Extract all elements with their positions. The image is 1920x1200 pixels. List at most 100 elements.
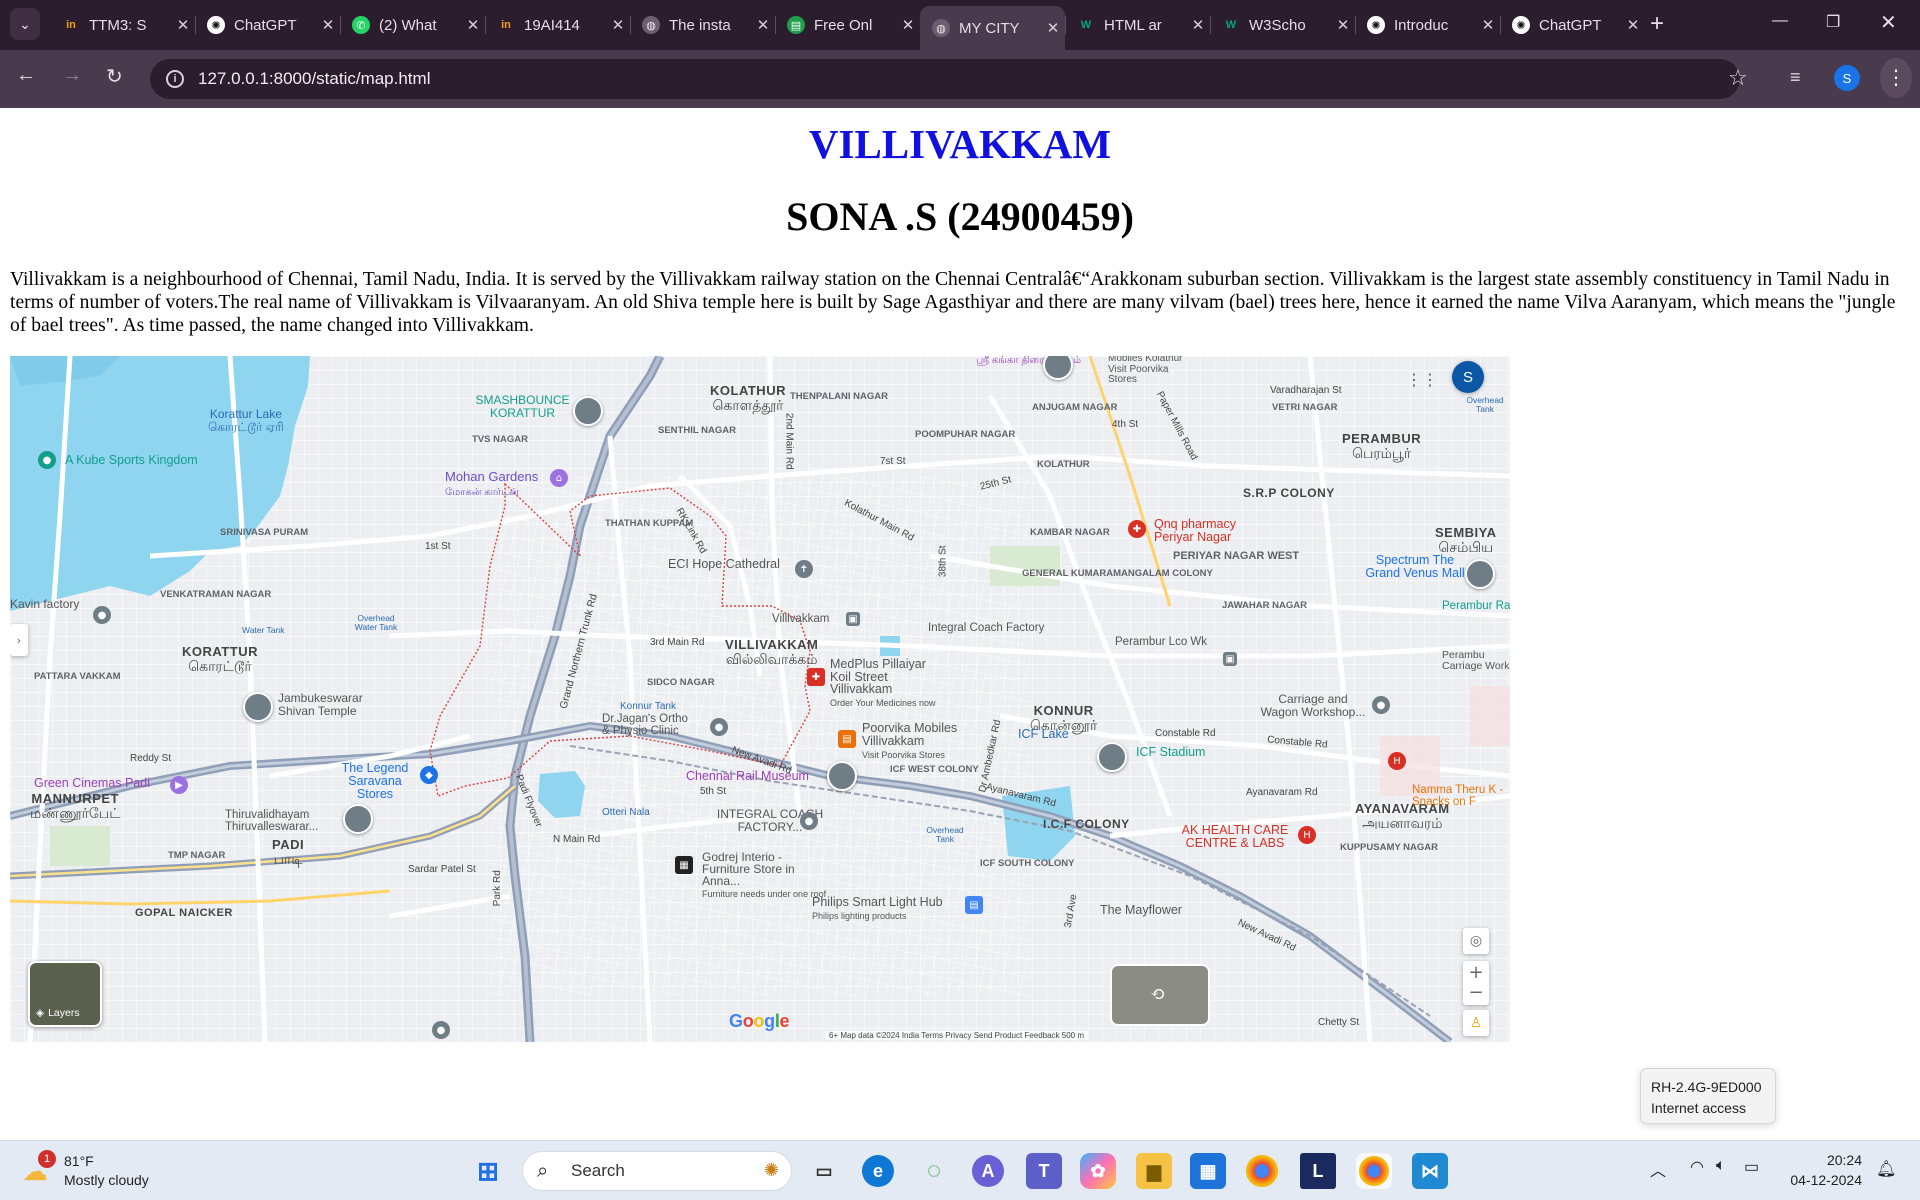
wifi-icon[interactable]: ◠ bbox=[1690, 1157, 1704, 1177]
embedded-map[interactable]: KOLATHUR கொளத்தூர் VILLIVAKKAM வில்லிவாக்க… bbox=[10, 356, 1510, 1042]
teams-icon[interactable]: T bbox=[1026, 1153, 1062, 1189]
poi-mohan-gardens[interactable]: Mohan Gardens மோகன் கார்டன் bbox=[445, 470, 538, 498]
site-info-icon[interactable]: i bbox=[166, 70, 184, 88]
app-a-icon[interactable]: A bbox=[972, 1155, 1004, 1187]
poi-photo-icf-stadium[interactable] bbox=[1097, 742, 1127, 772]
clock[interactable]: 20:24 04-12-2024 bbox=[1782, 1150, 1862, 1190]
speaker-icon[interactable]: 🔈︎ bbox=[1716, 1157, 1726, 1175]
restore-button[interactable]: ❐ bbox=[1826, 12, 1840, 32]
tab-close-icon[interactable]: ✕ bbox=[896, 16, 920, 34]
poi-photo-temple[interactable] bbox=[343, 804, 373, 834]
rail-workshop-icon[interactable]: ▣ bbox=[1223, 652, 1237, 666]
poi-photo-jambukeswarar[interactable] bbox=[243, 692, 273, 722]
poi-chennai-rail-museum[interactable]: Chennai Rail Museum bbox=[686, 769, 809, 783]
hospital-icon-2[interactable]: H bbox=[1388, 752, 1406, 770]
poi-pin-mohan[interactable]: ⌂ bbox=[550, 469, 568, 487]
zoom-in-button[interactable]: + bbox=[1468, 963, 1483, 983]
hospital-icon[interactable]: H bbox=[1298, 826, 1316, 844]
close-window-button[interactable]: ✕ bbox=[1880, 10, 1897, 35]
windows-start-button[interactable]: ⊞ bbox=[470, 1153, 506, 1189]
medical-icon[interactable]: ✚ bbox=[1128, 520, 1146, 538]
file-explorer-icon[interactable]: ▆ bbox=[1136, 1153, 1172, 1189]
poi-kavin-factory[interactable]: Kavin factory bbox=[10, 598, 79, 611]
tab-item[interactable]: W W3Scho ✕ bbox=[1210, 8, 1355, 42]
poi-poorvika-kolathur[interactable]: Mobiles Kolathur Visit Poorvika Stores bbox=[1108, 356, 1198, 386]
poi-thiruvalidhayam[interactable]: Thiruvalidhayam Thiruvalleswarar... bbox=[225, 809, 330, 833]
chrome-icon[interactable] bbox=[1246, 1155, 1278, 1187]
tab-item[interactable]: ✆ (2) What ✕ bbox=[340, 8, 485, 42]
poi-ak-health[interactable]: AK HEALTH CARE CENTRE & LABS bbox=[1170, 823, 1300, 850]
tab-close-icon[interactable]: ✕ bbox=[171, 16, 195, 34]
map-attribution[interactable]: 6+ Map data ©2024 India Terms Privacy Se… bbox=[825, 1031, 1088, 1040]
tab-active[interactable]: ◍ MY CITY ✕ bbox=[920, 6, 1065, 50]
task-view-button[interactable]: ▭ bbox=[806, 1153, 842, 1189]
back-button[interactable]: ← bbox=[16, 64, 36, 87]
poi-jambukeswarar[interactable]: Jambukeswarar Shivan Temple bbox=[278, 692, 388, 717]
tab-item[interactable]: ▤ Free Onl ✕ bbox=[775, 8, 920, 42]
poi-qnq-pharmacy[interactable]: Qnq pharmacy Periyar Nagar bbox=[1154, 517, 1249, 544]
street-view-preview[interactable]: ⟲ bbox=[1110, 964, 1210, 1026]
poi-pin-integral-factory[interactable]: ● bbox=[800, 812, 818, 830]
poi-pin-carriage[interactable]: ● bbox=[1372, 696, 1390, 714]
tab-item[interactable]: ✺ ChatGPT ✕ bbox=[1500, 8, 1645, 42]
pegman-icon[interactable]: ♙ bbox=[1463, 1010, 1489, 1036]
apps-grid-icon[interactable]: ⋮⋮ bbox=[1406, 368, 1438, 390]
store-icon[interactable]: ▦ bbox=[675, 856, 693, 874]
poi-perambur-railway-stadium[interactable]: Perambur Railway Stad bbox=[1442, 600, 1510, 612]
tab-item[interactable]: ✺ ChatGPT ✕ bbox=[195, 8, 340, 42]
expand-panel-button[interactable]: › bbox=[10, 624, 28, 656]
tab-item[interactable]: ✺ Introduc ✕ bbox=[1355, 8, 1500, 42]
reload-button[interactable]: ↻ bbox=[106, 64, 123, 89]
train-station-icon[interactable]: ▣ bbox=[846, 612, 860, 626]
poi-pin-kube[interactable]: ● bbox=[38, 451, 56, 469]
tab-search-button[interactable]: ⌄ bbox=[10, 8, 40, 40]
edge-browser-icon[interactable]: e bbox=[862, 1155, 894, 1187]
poi-perambur-lco[interactable]: Perambur Lco Wk bbox=[1115, 636, 1207, 648]
poi-kube[interactable]: A Kube Sports Kingdom bbox=[65, 453, 198, 467]
tab-close-icon[interactable]: ✕ bbox=[1476, 16, 1500, 34]
poi-photo-rail-museum[interactable] bbox=[827, 761, 857, 791]
forward-button[interactable]: → bbox=[62, 64, 82, 87]
taskbar-search[interactable]: ⌕ Search ✺ bbox=[522, 1151, 792, 1191]
battery-icon[interactable]: ▭ bbox=[1744, 1157, 1759, 1177]
vscode-icon[interactable]: ⋈ bbox=[1412, 1153, 1448, 1189]
poi-legend-saravana[interactable]: The Legend Saravana Stores bbox=[330, 761, 420, 801]
poi-pin-kavin[interactable]: ● bbox=[93, 606, 111, 624]
poi-pin-bottom[interactable]: ● bbox=[432, 1021, 450, 1039]
poi-villivakkam-station[interactable]: Villivakkam bbox=[772, 613, 829, 625]
poi-photo-spectrum[interactable] bbox=[1465, 559, 1495, 589]
notification-bell-icon[interactable]: 🔔︎ bbox=[1876, 1159, 1896, 1179]
tab-close-icon[interactable]: ✕ bbox=[1331, 16, 1355, 34]
tab-item[interactable]: in 19AI414 ✕ bbox=[485, 8, 630, 42]
poi-pin-ecl[interactable]: ✝ bbox=[795, 560, 813, 578]
chrome-active-icon[interactable] bbox=[1356, 1153, 1392, 1189]
bookmark-button[interactable]: ☆ bbox=[1728, 65, 1748, 91]
poi-poorvika[interactable]: Poorvika Mobiles Villivakkam Visit Poorvi… bbox=[862, 721, 974, 761]
tab-close-icon[interactable]: ✕ bbox=[606, 16, 630, 34]
pharmacy-icon[interactable]: ✚ bbox=[807, 668, 825, 686]
poi-pin-philips[interactable]: ▤ bbox=[965, 896, 983, 914]
tab-close-icon[interactable]: ✕ bbox=[1186, 16, 1210, 34]
app-l-icon[interactable]: L bbox=[1300, 1153, 1336, 1189]
poi-philips[interactable]: Philips Smart Light Hub Philips lighting … bbox=[812, 895, 943, 922]
loader-app-icon[interactable]: ◌ bbox=[916, 1153, 952, 1189]
poi-jagan-clinic[interactable]: Dr.Jagan's Ortho & Physio Clinic bbox=[602, 713, 692, 737]
tab-close-icon[interactable]: ✕ bbox=[461, 16, 485, 34]
poi-godrej[interactable]: Godrej Interio - Furniture Store in Anna… bbox=[702, 851, 832, 899]
poi-carriage-workshop[interactable]: Carriage and Wagon Workshop... bbox=[1258, 693, 1368, 718]
shop-icon[interactable]: ▤ bbox=[838, 730, 856, 748]
poi-green-cinemas[interactable]: Green Cinemas Padi bbox=[34, 776, 150, 790]
my-location-button[interactable]: ◎ bbox=[1463, 928, 1489, 954]
zoom-out-button[interactable]: − bbox=[1468, 983, 1483, 1003]
poi-icf-stadium[interactable]: ICF Stadium bbox=[1136, 745, 1205, 759]
weather-widget[interactable]: ☁ 1 81°F Mostly cloudy bbox=[18, 1150, 178, 1192]
tab-item[interactable]: in TTM3: S ✕ bbox=[50, 8, 195, 42]
poi-spectrum-mall[interactable]: Spectrum The Grand Venus Mall bbox=[1365, 553, 1465, 580]
profile-avatar[interactable]: S bbox=[1834, 65, 1860, 91]
poi-namma-theru[interactable]: Namma Theru K - Snacks on F bbox=[1412, 784, 1510, 808]
poi-perambur-carriage[interactable]: Perambu Carriage Work bbox=[1442, 649, 1510, 672]
new-tab-button[interactable]: + bbox=[1650, 10, 1664, 38]
tab-item[interactable]: ◍ The insta ✕ bbox=[630, 8, 775, 42]
poi-photo-smashbounce[interactable] bbox=[573, 396, 603, 426]
tab-close-icon[interactable]: ✕ bbox=[751, 16, 775, 34]
